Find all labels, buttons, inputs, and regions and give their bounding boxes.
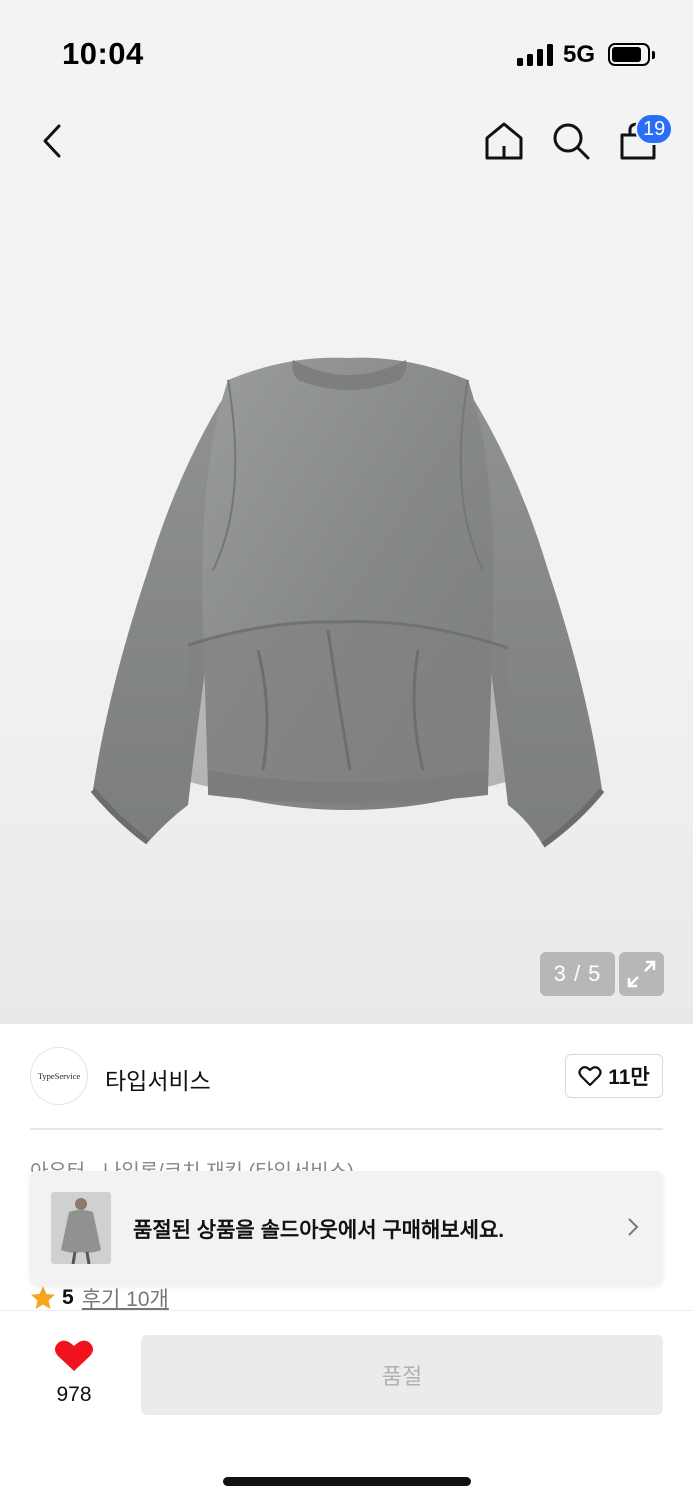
rating-row: 5 후기 10개 <box>30 1283 169 1313</box>
gallery-pager: 3 / 5 <box>540 952 615 996</box>
chevron-left-icon <box>43 124 61 158</box>
heart-outline-icon <box>578 1066 602 1087</box>
product-category: 아우터 · 나일론/코치 재킷 (타입서비스) <box>30 1161 354 1172</box>
bottom-action-bar: 978 품절 <box>0 1310 693 1500</box>
star-icon <box>31 1286 55 1309</box>
product-hero: 10:04 5G 19 3 / 5 <box>0 0 693 1024</box>
signal-icon <box>517 44 553 66</box>
expand-image-button[interactable] <box>619 952 664 996</box>
product-image[interactable] <box>88 350 608 850</box>
soldout-button[interactable]: 품절 <box>141 1335 663 1415</box>
home-button[interactable] <box>480 117 528 165</box>
divider <box>30 1128 663 1130</box>
status-time: 10:04 <box>62 36 144 71</box>
brand-row: TypeService 타입서비스 11만 <box>30 1046 663 1106</box>
soldout-banner[interactable]: 품절된 상품을 솔드아웃에서 구매해보세요. <box>30 1171 663 1285</box>
search-button[interactable] <box>547 117 595 165</box>
heart-filled-icon <box>55 1340 93 1371</box>
status-bar: 10:04 5G <box>0 0 693 100</box>
wish-count: 978 <box>56 1383 92 1406</box>
home-icon <box>485 122 523 160</box>
rating-score: 5 <box>62 1286 74 1309</box>
chevron-right-icon <box>628 1218 639 1236</box>
brand-name[interactable]: 타입서비스 <box>105 1062 211 1096</box>
search-icon <box>553 123 590 160</box>
brand-like-button[interactable]: 11만 <box>565 1054 663 1098</box>
battery-icon <box>608 43 655 66</box>
network-label: 5G <box>563 41 596 68</box>
back-button[interactable] <box>30 119 74 163</box>
brand-like-count: 11만 <box>608 1066 650 1089</box>
brand-logo[interactable]: TypeService <box>30 1047 88 1105</box>
expand-icon <box>627 960 656 988</box>
soldout-thumbnail <box>51 1192 111 1264</box>
cart-count-badge: 19 <box>635 113 674 145</box>
soldout-banner-text: 품절된 상품을 솔드아웃에서 구매해보세요. <box>133 1219 505 1242</box>
top-nav <box>0 105 693 175</box>
wish-button[interactable]: 978 <box>44 1339 104 1409</box>
home-indicator <box>223 1477 471 1486</box>
review-link[interactable]: 후기 10개 <box>82 1283 169 1313</box>
